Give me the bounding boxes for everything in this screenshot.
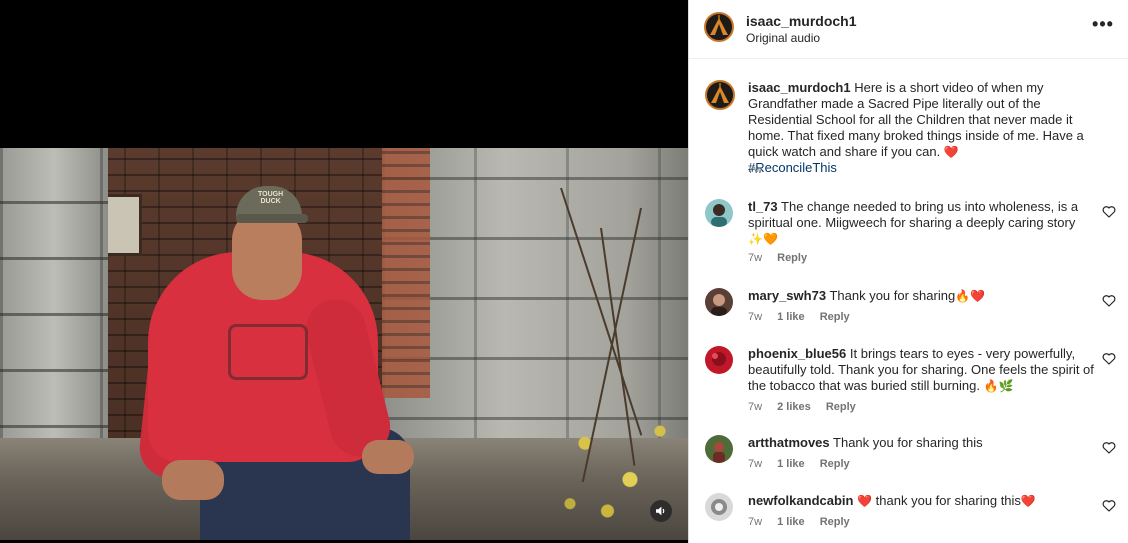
profile-photo-icon [705, 199, 733, 227]
comment-body: Thank you for sharing this [833, 435, 983, 450]
mute-toggle-button[interactable] [650, 500, 672, 522]
likes-count[interactable]: 1 like [777, 458, 805, 470]
author-username[interactable]: isaac_murdoch1 [746, 13, 857, 29]
comment-age[interactable]: 7w [748, 311, 762, 323]
comment-username[interactable]: artthatmoves [748, 435, 830, 450]
commenter-avatar[interactable] [705, 493, 733, 521]
fire-herb-emoji: 🔥🌿 [983, 379, 1014, 393]
commenter-avatar[interactable] [705, 288, 733, 316]
caption-avatar[interactable] [705, 80, 735, 110]
comment-meta: 7w 2 likes Reply [748, 401, 868, 413]
teepee-logo-icon [710, 15, 728, 35]
comment-meta: 7w 1 like Reply [748, 516, 862, 528]
fire-heart-emoji: 🔥❤️ [955, 289, 986, 303]
profile-photo-icon [705, 288, 733, 316]
brick-edge [382, 148, 430, 398]
caption-username[interactable]: isaac_murdoch1 [748, 80, 851, 95]
person-hand-right [362, 440, 414, 474]
author-avatar[interactable] [704, 12, 734, 42]
teepee-logo-icon [711, 83, 729, 103]
comment-age[interactable]: 7w [748, 458, 762, 470]
commenter-avatar[interactable] [705, 199, 733, 227]
post-header: isaac_murdoch1 Original audio ••• [689, 0, 1128, 59]
comment-body: thank you for sharing this [875, 493, 1021, 508]
hoodie-graphic [228, 324, 308, 380]
reply-button[interactable]: Reply [820, 516, 850, 528]
sparkle-heart-emoji: ✨🧡 [748, 232, 778, 246]
profile-photo-icon [705, 346, 733, 374]
cap-logo-line2: DUCK [260, 198, 281, 205]
comment-age[interactable]: 7w [748, 401, 762, 413]
comment-username[interactable]: tl_73 [748, 199, 778, 214]
comment-username[interactable]: newfolkandcabin [748, 493, 853, 508]
comment-meta: 7w 1 like Reply [748, 458, 862, 470]
caption-meta: 7w [748, 164, 774, 176]
person-hand-left [162, 460, 224, 500]
reply-button[interactable]: Reply [826, 401, 856, 413]
post-side-panel: isaac_murdoch1 Original audio ••• isaac_… [688, 0, 1128, 543]
comment-username[interactable]: phoenix_blue56 [748, 346, 846, 361]
comment-text: tl_73 The change needed to bring us into… [748, 199, 1100, 247]
speaker-icon [656, 506, 665, 516]
profile-photo-icon [705, 435, 733, 463]
comment-text: mary_swh73 Thank you for sharing🔥❤️ [748, 288, 1100, 304]
comment-username[interactable]: mary_swh73 [748, 288, 826, 303]
comment-meta: 7w Reply [748, 252, 819, 264]
profile-photo-icon [705, 493, 733, 521]
commenter-avatar[interactable] [705, 346, 733, 374]
commenter-avatar[interactable] [705, 435, 733, 463]
video-frame[interactable]: TOUGH DUCK [0, 148, 688, 540]
reply-button[interactable]: Reply [820, 458, 850, 470]
comment-text: newfolkandcabin ❤️ thank you for sharing… [748, 493, 1100, 509]
comment-text: artthatmoves Thank you for sharing this [748, 435, 1100, 451]
comment-body: The change needed to bring us into whole… [748, 199, 1079, 230]
audio-label[interactable]: Original audio [746, 31, 820, 45]
comment-body: Thank you for sharing [829, 288, 956, 303]
video-player[interactable]: TOUGH DUCK [0, 0, 688, 543]
likes-count[interactable]: 1 like [777, 311, 805, 323]
cap-logo-line1: TOUGH [258, 191, 284, 198]
like-heart-icon[interactable] [1102, 352, 1116, 366]
like-heart-icon[interactable] [1102, 294, 1116, 308]
caption-text: isaac_murdoch1 Here is a short video of … [748, 80, 1100, 176]
comment-age[interactable]: 7w [748, 252, 762, 264]
comment-meta: 7w 1 like Reply [748, 311, 862, 323]
heart-emoji: ❤️ [943, 145, 959, 159]
heart-emoji: ❤️ [1020, 494, 1036, 508]
likes-count[interactable]: 2 likes [777, 401, 811, 413]
cap-logo: TOUGH DUCK [258, 191, 283, 205]
reply-button[interactable]: Reply [820, 311, 850, 323]
like-heart-icon[interactable] [1102, 205, 1116, 219]
heart-emoji: ❤️ [857, 494, 873, 508]
comment-age[interactable]: 7w [748, 516, 762, 528]
reply-button[interactable]: Reply [777, 252, 807, 264]
comment-text: phoenix_blue56 It brings tears to eyes -… [748, 346, 1100, 394]
more-options-button[interactable]: ••• [1089, 15, 1117, 39]
likes-count[interactable]: 1 like [777, 516, 805, 528]
caption-age[interactable]: 7w [748, 164, 762, 176]
like-heart-icon[interactable] [1102, 499, 1116, 513]
person-cap-brim [236, 214, 308, 223]
like-heart-icon[interactable] [1102, 441, 1116, 455]
